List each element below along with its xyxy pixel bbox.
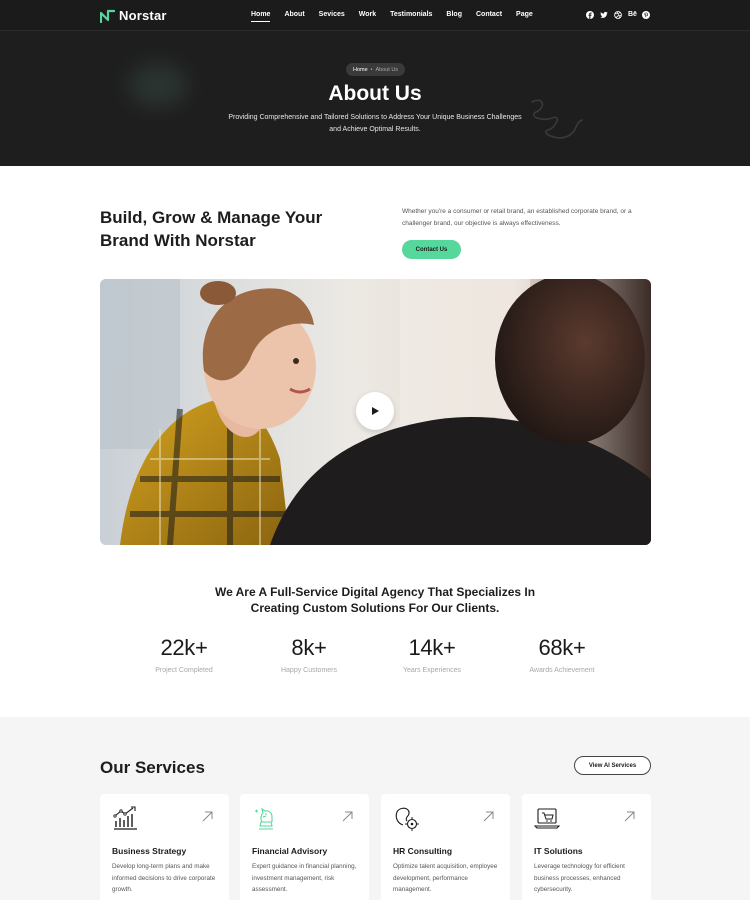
twitter-icon[interactable] <box>600 11 608 19</box>
facebook-icon[interactable] <box>586 11 594 19</box>
nav-item-work[interactable]: Work <box>359 11 376 18</box>
service-card-text: Leverage technology for efficient busine… <box>534 863 625 893</box>
laptop-cart-icon <box>534 808 560 829</box>
social-links: Bē <box>586 11 650 19</box>
services-heading: Our Services <box>100 758 205 777</box>
service-card-text: Expert guidance in financial planning, i… <box>252 863 357 893</box>
squiggle-decoration <box>531 99 583 139</box>
page-hero: Home • About Us About Us Providing Compr… <box>0 31 750 166</box>
stat-value: 68k+ <box>538 635 586 660</box>
stat-experience: 14k+ Years Experiences <box>372 635 492 674</box>
service-card-business-strategy[interactable]: Business Strategy Develop long-term plan… <box>100 794 229 900</box>
arrow-up-right-icon <box>342 811 353 822</box>
behance-icon[interactable]: Bē <box>628 11 637 19</box>
contact-us-button[interactable]: Contact Us <box>402 240 461 259</box>
logo[interactable]: Norstar <box>100 8 167 23</box>
service-card-financial-advisory[interactable]: Financial Advisory Expert guidance in fi… <box>240 794 369 900</box>
breadcrumb-current: About Us <box>375 66 399 73</box>
dribbble-icon[interactable] <box>614 11 622 19</box>
stat-awards: 68k+ Awards Achievement <box>502 635 622 674</box>
stat-label: Project Completed <box>155 667 213 674</box>
service-card-text: Optimize talent acquisition, employee de… <box>393 863 498 893</box>
nav-item-testimonials[interactable]: Testimonials <box>390 11 432 18</box>
stat-value: 14k+ <box>408 635 456 660</box>
pinterest-icon[interactable] <box>642 11 650 19</box>
chess-knight-icon <box>255 807 273 830</box>
agency-headline: We Are A Full-Service Digital Agency Tha… <box>0 584 750 616</box>
agency-headline-text: We Are A Full-Service Digital Agency Tha… <box>214 585 536 615</box>
service-card-title: IT Solutions <box>534 846 583 856</box>
stat-projects: 22k+ Project Completed <box>124 635 244 674</box>
play-icon <box>372 407 379 415</box>
service-card-title: Business Strategy <box>112 846 187 856</box>
page-title: About Us <box>328 82 422 105</box>
nav-item-blog[interactable]: Blog <box>446 11 462 18</box>
nav-item-contact[interactable]: Contact <box>476 11 502 18</box>
service-card-it-solutions[interactable]: IT Solutions Leverage technology for eff… <box>522 794 651 900</box>
logo-mark-icon <box>100 9 115 23</box>
play-button[interactable] <box>356 392 394 430</box>
view-all-services-button[interactable]: View Al Services <box>574 756 651 775</box>
breadcrumb-home[interactable]: Home <box>353 67 368 73</box>
stat-customers: 8k+ Happy Customers <box>249 635 369 674</box>
stat-value: 22k+ <box>160 635 208 660</box>
stat-label: Awards Achievement <box>529 667 595 674</box>
intro-text: Whether you're a consumer or retail bran… <box>402 208 632 227</box>
services-section: Our Services View Al Services Business S… <box>0 717 750 900</box>
hr-target-icon <box>395 807 419 831</box>
service-card-text: Develop long-term plans and make informe… <box>112 863 216 893</box>
logo-text: Norstar <box>119 8 167 23</box>
service-card-title: HR Consulting <box>393 846 453 856</box>
stat-label: Happy Customers <box>280 667 338 674</box>
stat-label: Years Experiences <box>402 667 462 674</box>
nav-item-about[interactable]: About <box>284 11 304 18</box>
hero-subtitle: Providing Comprehensive and Tailored Sol… <box>228 114 522 133</box>
nav-item-page[interactable]: Page <box>516 11 533 18</box>
stat-value: 8k+ <box>291 635 327 660</box>
arrow-up-right-icon <box>483 811 494 822</box>
intro-heading: Build, Grow & Manage Your Brand With Nor… <box>100 208 323 250</box>
breadcrumb-separator: • <box>370 66 373 73</box>
chart-growth-icon <box>113 806 137 830</box>
nav-item-home[interactable]: Home <box>251 11 271 22</box>
arrow-up-right-icon <box>202 811 213 822</box>
service-card-hr-consulting[interactable]: HR Consulting Optimize talent acquisitio… <box>381 794 510 900</box>
breadcrumb: Home • About Us <box>346 63 406 76</box>
arrow-up-right-icon <box>624 811 635 822</box>
main-menu: Home About Sevices Work Testimonials Blo… <box>251 11 547 22</box>
top-navbar: Norstar Home About Sevices Work Testimon… <box>0 0 750 31</box>
service-card-title: Financial Advisory <box>252 846 328 856</box>
nav-item-services[interactable]: Sevices <box>319 11 345 18</box>
